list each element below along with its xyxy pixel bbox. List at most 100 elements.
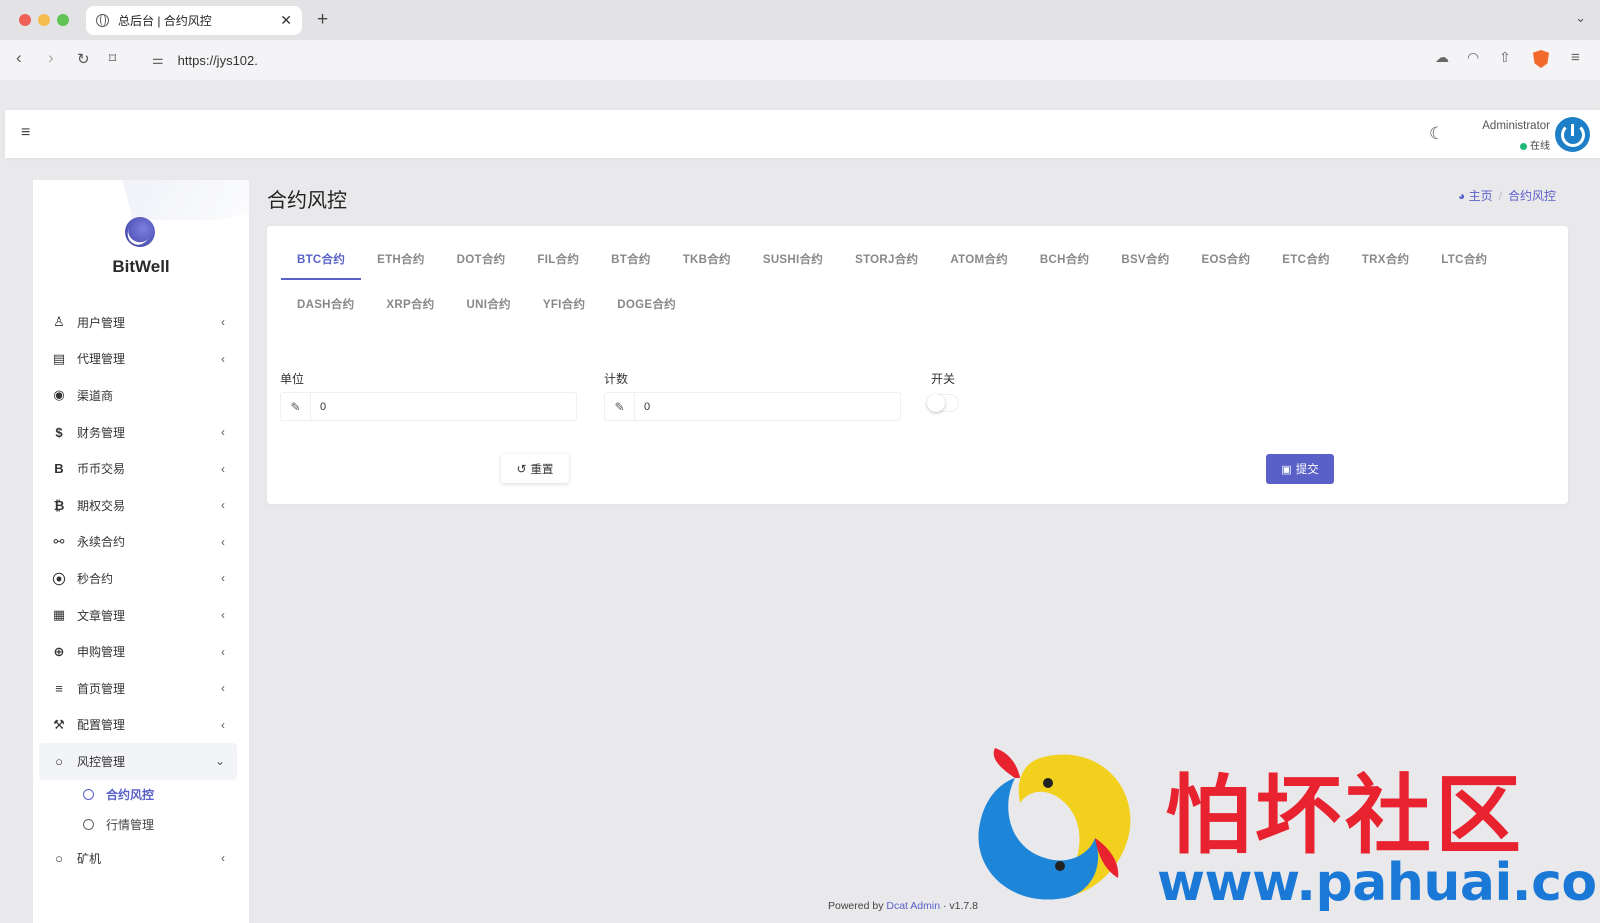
sidebar-subitem[interactable]: 合约风控 xyxy=(39,780,237,810)
contract-tab[interactable]: BSV合约 xyxy=(1105,245,1185,275)
sidebar-item-label: 币币交易 xyxy=(77,462,126,477)
contract-tab[interactable]: EOS合约 xyxy=(1186,245,1267,275)
window-minimize-button[interactable] xyxy=(38,14,50,26)
undo-icon: ↺ xyxy=(516,461,527,476)
browser-tab[interactable]: 总后台 | 合约风控 ✕ xyxy=(86,6,302,35)
chevron-left-icon: ‹ xyxy=(221,571,225,586)
circle-icon: ○ xyxy=(55,850,63,866)
brave-shield-icon[interactable] xyxy=(1533,50,1549,68)
sidebar-item[interactable]: ○ 矿机 ‹ xyxy=(39,840,237,877)
sidebar-item[interactable]: ▦ 文章管理 ‹ xyxy=(39,597,237,634)
sidebar-item[interactable]: ♙ 用户管理 ‹ xyxy=(39,304,237,341)
contract-tab[interactable]: SUSHI合约 xyxy=(747,245,839,275)
dollar-icon: $ xyxy=(55,424,63,440)
sidebar-item-label: 文章管理 xyxy=(77,608,126,623)
cloud-icon[interactable]: ☁ xyxy=(1435,49,1449,66)
contract-tab[interactable]: XRP合约 xyxy=(370,290,450,320)
contract-tab[interactable]: ETH合约 xyxy=(361,245,441,275)
chevron-down-icon: ⌄ xyxy=(214,754,225,769)
contract-tabs-row-2: DASH合约 XRP合约 UNI合约 YFI合约 DOGE合约 xyxy=(281,290,692,320)
sidebar-item[interactable]: ⊕ 申购管理 ‹ xyxy=(39,633,237,670)
site-settings-icon[interactable]: ⚌ xyxy=(152,52,164,68)
sidebar-item[interactable]: ≡ 首页管理 ‹ xyxy=(39,670,237,707)
sidebar-menu: ♙ 用户管理 ‹ ▤ 代理管理 ‹ ◉ 渠道商 $ 财务管理 ‹ B 币币交易 ‹ ₿ 期权交易 ‹ ⚯ 永续合约 ‹… xyxy=(39,304,237,876)
contract-tab[interactable]: UNI合约 xyxy=(451,290,527,320)
sidebar-item[interactable]: ⚯ 永续合约 ‹ xyxy=(39,524,237,561)
contract-tab[interactable]: DOGE合约 xyxy=(601,290,692,320)
contract-tab[interactable]: TRX合约 xyxy=(1346,245,1426,275)
chevron-left-icon: ‹ xyxy=(221,351,225,366)
user-name[interactable]: Administrator xyxy=(1475,120,1550,132)
bitcoin-b-icon: B xyxy=(54,461,64,477)
pencil-icon: ✎ xyxy=(281,393,311,420)
reload-icon[interactable]: ↻ xyxy=(77,50,90,68)
link-icon: ⚯ xyxy=(53,533,65,549)
globe-icon xyxy=(96,14,109,27)
browser-tab-title: 总后台 | 合约风控 xyxy=(118,14,212,28)
sidebar-decoration xyxy=(33,180,249,220)
sidebar-item[interactable]: ○ 风控管理 ⌄ xyxy=(39,743,237,780)
window-close-button[interactable] xyxy=(19,14,31,26)
submit-button[interactable]: ▣ 提交 xyxy=(1266,454,1334,484)
share-icon[interactable]: ⇧ xyxy=(1499,49,1511,66)
address-bar[interactable]: ⚌ https://jys102. xyxy=(140,45,1420,75)
contract-tab[interactable]: STORJ合约 xyxy=(839,245,934,275)
contract-tab[interactable]: DOT合约 xyxy=(441,245,522,275)
footer-link[interactable]: Dcat Admin xyxy=(886,900,940,912)
switch-label: 开关 xyxy=(931,372,956,386)
contract-tab[interactable]: LTC合约 xyxy=(1425,245,1503,275)
online-dot-icon xyxy=(1520,142,1527,150)
enable-switch[interactable] xyxy=(927,394,959,412)
contract-tab[interactable]: DASH合约 xyxy=(281,290,370,320)
breadcrumb: ◕ 主页 / 合约风控 xyxy=(1458,187,1556,204)
sidebar-subitem-label: 合约风控 xyxy=(106,788,155,803)
circle-icon: ○ xyxy=(55,753,63,769)
window-zoom-button[interactable] xyxy=(57,14,69,26)
bitwell-logo-icon[interactable] xyxy=(125,217,155,247)
pencil-icon: ✎ xyxy=(605,393,635,420)
count-input[interactable] xyxy=(635,400,900,413)
avatar[interactable] xyxy=(1555,117,1590,152)
contract-tab[interactable]: ATOM合约 xyxy=(934,245,1024,275)
sidebar-item-label: 财务管理 xyxy=(77,425,126,440)
bookmark-icon[interactable]: ⌑ xyxy=(109,50,116,67)
brand-name[interactable]: BitWell xyxy=(33,257,249,277)
breadcrumb-home[interactable]: 主页 xyxy=(1469,189,1493,203)
dark-mode-moon-icon[interactable]: ☾ xyxy=(1429,124,1444,144)
sidebar-item-label: 矿机 xyxy=(77,851,102,866)
contract-tab[interactable]: TKB合约 xyxy=(667,245,747,275)
sidebar-subitem[interactable]: 行情管理 xyxy=(39,810,237,840)
dot-circle-icon: ⦿ xyxy=(52,571,66,587)
new-tab-button[interactable]: + xyxy=(317,9,328,31)
contract-tab[interactable]: FIL合约 xyxy=(521,245,595,275)
back-icon[interactable]: ‹ xyxy=(16,48,22,68)
footer-prefix: Powered by xyxy=(828,900,884,912)
forward-icon[interactable]: › xyxy=(48,48,54,68)
contract-tab[interactable]: BTC合约 xyxy=(281,245,362,280)
tab-list-chevron-icon[interactable]: ⌄ xyxy=(1575,10,1586,26)
page-title: 合约风控 xyxy=(267,190,347,212)
sidebar-toggle-icon[interactable]: ≡ xyxy=(21,124,30,142)
contract-tab[interactable]: YFI合约 xyxy=(527,290,601,320)
contract-tab[interactable]: BT合约 xyxy=(595,245,667,275)
sidebar-item[interactable]: ▤ 代理管理 ‹ xyxy=(39,341,237,378)
newspaper-icon: ▦ xyxy=(52,607,66,623)
sidebar-item[interactable]: ⦿ 秒合约 ‹ xyxy=(39,560,237,597)
bitcoin-icon: ₿ xyxy=(53,497,65,513)
sidebar-item[interactable]: ⚒ 配置管理 ‹ xyxy=(39,707,237,744)
sidebar-item[interactable]: ◉ 渠道商 xyxy=(39,377,237,414)
sidebar-item[interactable]: $ 财务管理 ‹ xyxy=(39,414,237,451)
browser-menu-icon[interactable]: ≡ xyxy=(1571,49,1580,66)
unit-input[interactable] xyxy=(311,400,576,413)
contract-tab[interactable]: BCH合约 xyxy=(1024,245,1105,275)
sidebar-item[interactable]: ₿ 期权交易 ‹ xyxy=(39,487,237,524)
watermark-url-text: www.pahuai.com xyxy=(1157,853,1600,913)
tab-close-icon[interactable]: ✕ xyxy=(280,12,292,29)
reset-button[interactable]: ↺ 重置 xyxy=(501,454,569,483)
contract-tab[interactable]: ETC合约 xyxy=(1266,245,1346,275)
life-ring-icon: ⊕ xyxy=(53,643,65,659)
browser-toolbar: ‹ › ↻ ⌑ ⚌ https://jys102. ☁ ◠ ⇧ ≡ xyxy=(0,40,1600,80)
sidebar-item[interactable]: B 币币交易 ‹ xyxy=(39,450,237,487)
chevron-left-icon: ‹ xyxy=(221,717,225,732)
watermark-fish-logo xyxy=(978,748,1131,900)
